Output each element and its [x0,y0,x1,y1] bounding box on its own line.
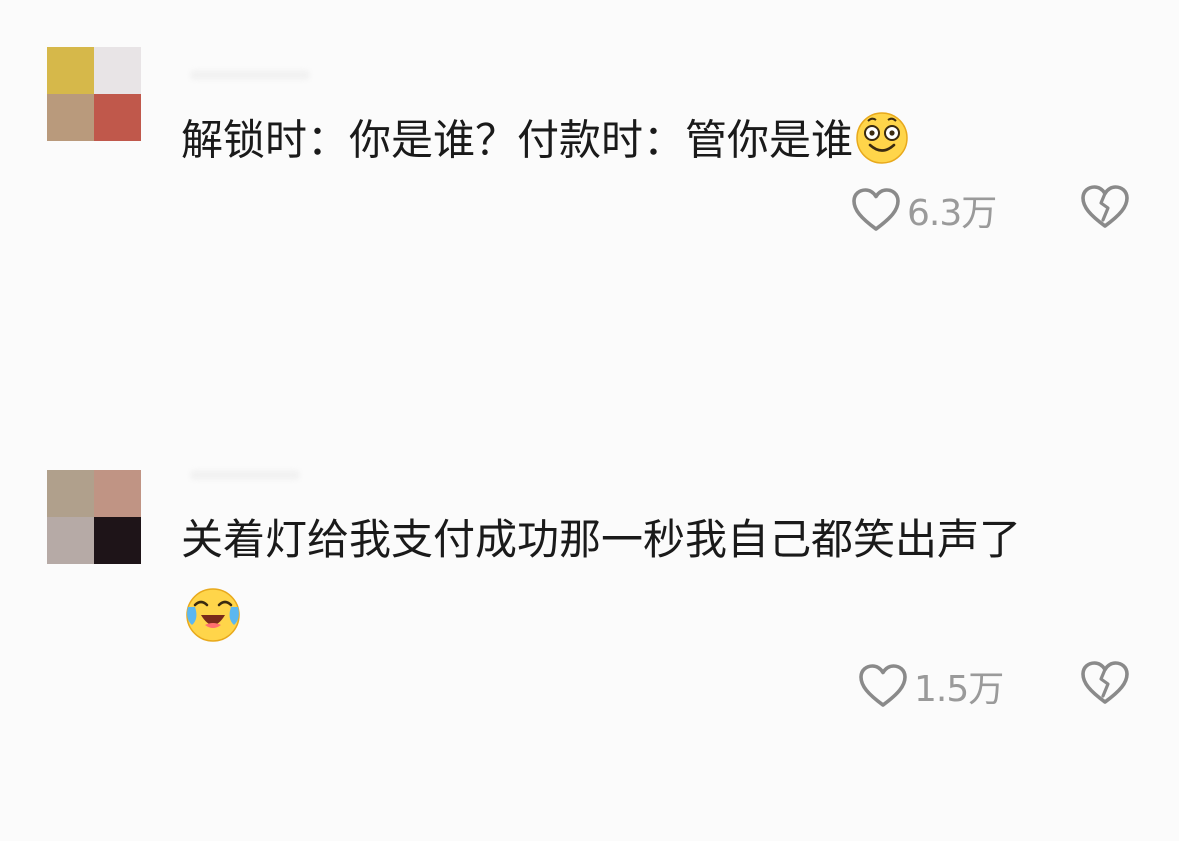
heart-outline-icon [851,187,901,233]
dislike-button[interactable] [1080,660,1130,706]
heart-outline-icon [858,663,908,709]
dislike-button[interactable] [1080,184,1130,230]
avatar[interactable] [47,470,141,564]
avatar-cell [94,94,141,141]
broken-heart-icon [1080,184,1130,230]
smile-emoji [853,108,911,178]
comment-list: 解锁时：你是谁？付款时：管你是谁 6.3万 关着灯给我支付成功那一秒我自己都笑出… [0,0,1179,841]
avatar-cell [94,470,141,517]
username-blurred[interactable] [190,70,310,80]
like-count: 6.3万 [907,193,997,234]
avatar-cell [47,517,94,564]
comment-emoji-line [183,585,243,657]
comment-text-content: 解锁时：你是谁？付款时：管你是谁 [181,115,854,165]
avatar-cell [47,47,94,94]
avatar[interactable] [47,47,141,141]
like-count: 1.5万 [914,669,1004,710]
broken-heart-icon [1080,660,1130,706]
laugh-cry-emoji [183,585,243,657]
avatar-cell [94,517,141,564]
avatar-cell [47,94,94,141]
like-button[interactable]: 1.5万 [858,660,1004,712]
comment-text: 关着灯给我支付成功那一秒我自己都笑出声了 [181,512,1021,568]
comment-text: 解锁时：你是谁？付款时：管你是谁 [181,108,911,178]
like-button[interactable]: 6.3万 [851,184,997,236]
avatar-cell [94,47,141,94]
avatar-cell [47,470,94,517]
username-blurred[interactable] [190,470,300,480]
comment-text-content: 关着灯给我支付成功那一秒我自己都笑出声了 [181,515,1022,564]
